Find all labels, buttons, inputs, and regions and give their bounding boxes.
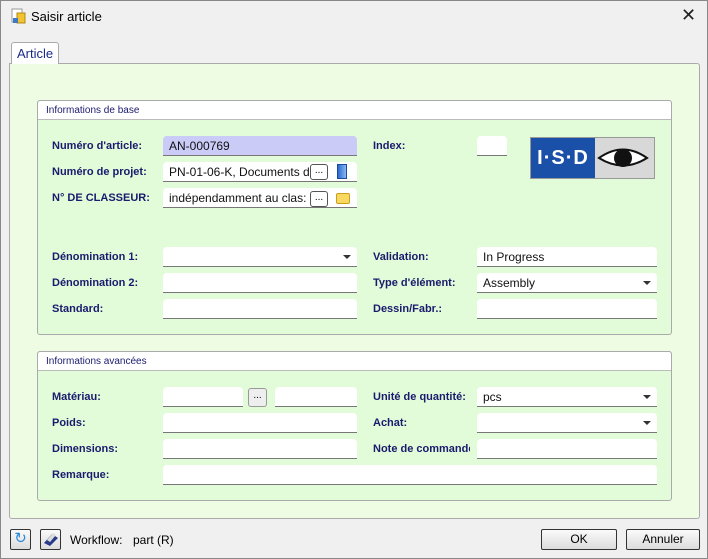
folder-icon[interactable]	[336, 193, 350, 204]
designation2-field[interactable]	[163, 273, 357, 293]
close-icon[interactable]: ✕	[681, 5, 696, 26]
remark-field[interactable]	[163, 465, 657, 485]
project-number-label: Numéro de projet:	[52, 166, 147, 178]
card-file-icon[interactable]	[40, 529, 61, 550]
standard-label: Standard:	[52, 303, 104, 315]
project-browse-button[interactable]: ...	[310, 164, 328, 180]
group-title: Informations de base	[38, 101, 671, 120]
remark-label: Remarque:	[52, 469, 110, 481]
isd-logo: I·S·D	[530, 137, 655, 179]
dimensions-field[interactable]	[163, 439, 357, 459]
dimensions-label: Dimensions:	[52, 443, 119, 455]
order-note-field[interactable]	[477, 439, 657, 459]
drawing-field[interactable]	[477, 299, 657, 319]
ok-button[interactable]: OK	[541, 529, 617, 550]
workflow-value: part (R)	[133, 533, 174, 547]
workflow-label: Workflow:	[70, 533, 123, 547]
window-title: Saisir article	[31, 9, 102, 24]
weight-field[interactable]	[163, 413, 357, 433]
material-field-2[interactable]	[275, 387, 357, 407]
refresh-icon[interactable]: ↻	[10, 529, 31, 550]
index-field[interactable]	[477, 136, 507, 156]
standard-field[interactable]	[163, 299, 357, 319]
unit-dropdown[interactable]: pcs	[477, 387, 657, 407]
designation2-label: Dénomination 2:	[52, 277, 139, 289]
logo-text: I·S·D	[537, 146, 589, 169]
cancel-button[interactable]: Annuler	[626, 529, 700, 550]
order-note-label: Note de commande:	[373, 443, 470, 455]
material-label: Matériau:	[52, 391, 101, 403]
weight-label: Poids:	[52, 417, 86, 429]
tab-article[interactable]: Article	[11, 42, 59, 64]
element-type-dropdown[interactable]: Assembly	[477, 273, 657, 293]
designation1-label: Dénomination 1:	[52, 251, 139, 263]
unit-label: Unité de quantité:	[373, 391, 466, 403]
validation-label: Validation:	[373, 251, 429, 263]
eye-icon	[597, 148, 649, 167]
designation1-dropdown[interactable]	[163, 247, 357, 267]
material-field[interactable]	[163, 387, 243, 407]
purchase-dropdown[interactable]	[477, 413, 657, 433]
project-cabinet-icon[interactable]	[337, 164, 347, 179]
app-icon	[10, 8, 26, 24]
drawing-label: Dessin/Fabr.:	[373, 303, 443, 315]
purchase-label: Achat:	[373, 417, 408, 429]
article-number-label: Numéro d'article:	[52, 140, 143, 152]
index-label: Index:	[373, 140, 406, 152]
article-number-field[interactable]: AN-000769	[163, 136, 357, 156]
folder-label: N° DE CLASSEUR:	[52, 192, 150, 204]
material-browse-button[interactable]: ...	[248, 388, 267, 407]
group-title: Informations avancées	[38, 352, 671, 371]
element-type-label: Type d'élément:	[373, 277, 456, 289]
validation-field[interactable]: In Progress	[477, 247, 657, 267]
folder-browse-button[interactable]: ...	[310, 191, 328, 207]
